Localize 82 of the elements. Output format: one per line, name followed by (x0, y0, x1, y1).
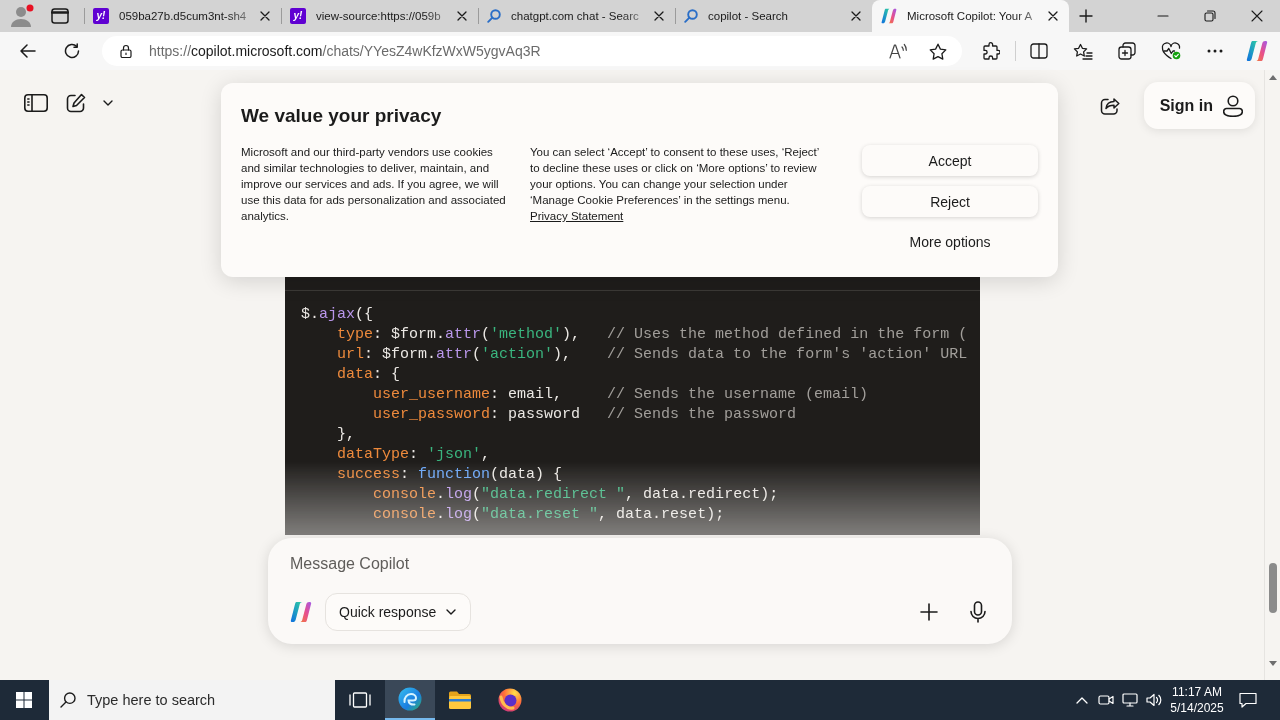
search-icon (487, 9, 501, 23)
privacy-details: You can select ‘Accept’ to consent to these uses, ‘Reject’ to decline these uses or click on ‘More options’ to review your options. You can change your selection under ‘Manage Cookie Preferences’ in the settings menu. Privacy Statement (530, 145, 820, 224)
person-icon (1223, 94, 1243, 117)
consent-button[interactable]: Accept (862, 145, 1038, 176)
consent-button[interactable]: Reject (862, 186, 1038, 217)
split-screen-icon[interactable] (1030, 43, 1048, 59)
response-mode-dropdown[interactable]: Quick response (325, 593, 472, 631)
chevron-down-icon[interactable] (103, 100, 113, 106)
restore-icon[interactable] (1203, 10, 1216, 22)
code-line: data: { (336, 365, 402, 385)
code-line: console.log("data.redirect ", data.redirect); (372, 485, 780, 505)
code-line: url: $form.attr('action'), // Sends data to the form's 'action' URL (336, 345, 969, 365)
star-icon[interactable] (929, 42, 947, 60)
clock-time[interactable]: 11:17 AM (1166, 684, 1228, 700)
assistant-logo-icon[interactable] (1246, 40, 1268, 62)
assistant-logo-icon (881, 8, 897, 24)
taskbar-app[interactable] (385, 680, 435, 720)
task-view-icon (349, 692, 371, 708)
browser-icon (398, 687, 422, 711)
puzzle-icon[interactable] (982, 42, 1000, 60)
site-logo: y! (93, 8, 109, 24)
search-icon (60, 692, 76, 708)
chevron-down-icon (446, 609, 457, 615)
close-icon[interactable] (654, 11, 664, 21)
taskbar-search-field[interactable]: Type here to search (49, 680, 335, 720)
close-icon[interactable] (457, 11, 467, 21)
code-line: success: function(data) { (336, 465, 564, 485)
close-icon[interactable] (1250, 10, 1263, 22)
assistant-logo-icon (290, 601, 312, 623)
new-tab-icon[interactable] (1079, 9, 1093, 23)
clock-date[interactable]: 5/14/2025 (1166, 700, 1228, 716)
tab-actions-icon[interactable] (51, 8, 69, 24)
browser-tab[interactable]: y! view-source:https://059b (281, 0, 478, 32)
privacy-description: Microsoft and our third-party vendors use cookies and similar technologies to deliver, maintain, and improve our services and ads. If you agree, we will use this data for ads personalization and associated analytics. (241, 145, 507, 224)
code-line: }, (336, 425, 356, 445)
close-icon[interactable] (260, 11, 270, 21)
search-icon (684, 9, 698, 23)
dialog-title: We value your privacy (241, 104, 443, 128)
lock-icon[interactable] (120, 44, 132, 58)
plus-icon[interactable] (920, 603, 938, 621)
chevron-up-icon[interactable] (1076, 696, 1088, 704)
minimize-icon[interactable] (1156, 15, 1169, 17)
code-line: $.ajax({ (301, 305, 375, 325)
code-line: dataType: 'json', (336, 445, 492, 465)
read-aloud-icon[interactable] (889, 43, 907, 59)
camera-icon[interactable] (1098, 693, 1114, 707)
scrollbar-thumb[interactable] (1268, 563, 1277, 613)
start-icon[interactable] (16, 692, 32, 708)
sidebar-icon[interactable] (24, 94, 48, 112)
back-icon[interactable] (20, 44, 36, 58)
folder-icon (448, 690, 472, 710)
scroll-up-icon[interactable] (1268, 75, 1277, 80)
options-link[interactable]: More options (903, 227, 997, 257)
code-line: user_password: password // Sends the password (372, 405, 798, 425)
more-icon[interactable] (1207, 49, 1223, 53)
volume-icon[interactable] (1146, 693, 1162, 707)
browser-tab[interactable]: Microsoft Copilot: Your A (872, 0, 1069, 32)
code-line: type: $form.attr('method'), // Uses the method defined in the form ( (336, 325, 969, 345)
scroll-down-icon[interactable] (1268, 661, 1277, 666)
profile-icon[interactable] (10, 4, 34, 28)
close-icon[interactable] (851, 11, 861, 21)
refresh-icon[interactable] (64, 43, 80, 59)
monitor-icon[interactable] (1122, 693, 1138, 707)
browser-tab[interactable]: copilot - Search (675, 0, 872, 32)
microphone-icon[interactable] (970, 601, 986, 623)
close-icon[interactable] (1048, 11, 1058, 21)
collections-icon[interactable] (1118, 42, 1136, 60)
browser-tab[interactable]: y! 059ba27b.d5cum3nt-sh4 (84, 0, 281, 32)
site-logo: y! (290, 8, 306, 24)
address-field[interactable]: https://copilot.microsoft.com/chats/YYesZ4wKfzWxW5ygvAq3R (102, 36, 962, 66)
message-field[interactable]: Message Copilot (290, 551, 990, 577)
notification-icon[interactable] (1239, 692, 1257, 708)
code-line: console.log("data.reset ", data.reset); (372, 505, 726, 525)
sign-in-button[interactable]: Sign in (1143, 82, 1255, 129)
favorites-icon[interactable] (1073, 42, 1093, 60)
share-icon[interactable] (1099, 96, 1120, 115)
browser-icon (498, 688, 522, 712)
browser-tab[interactable]: chatgpt.com chat - Searc (478, 0, 675, 32)
compose-icon[interactable] (66, 93, 86, 113)
code-line: user_username: email, // Sends the username (email) (372, 385, 870, 405)
heart-pulse-icon[interactable] (1161, 42, 1181, 60)
privacy-statement-link[interactable]: Privacy Statement (530, 210, 624, 222)
